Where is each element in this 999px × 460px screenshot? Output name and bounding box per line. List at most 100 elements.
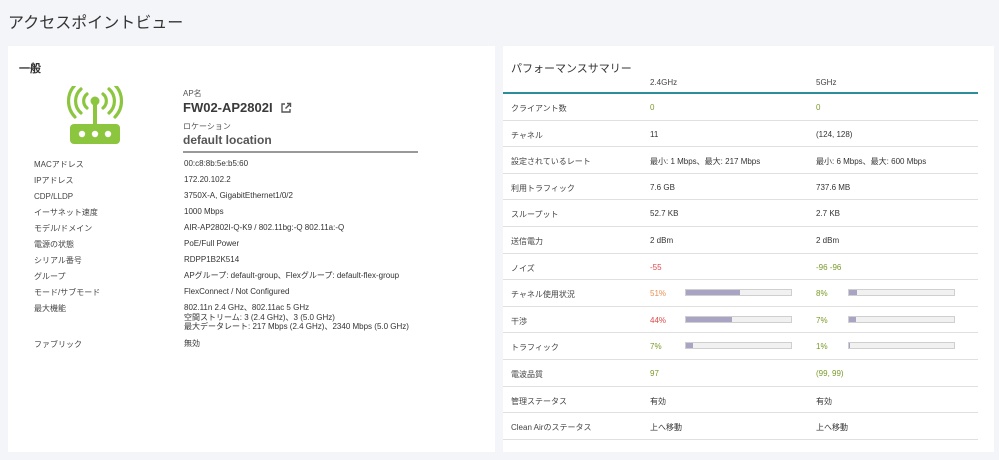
property-value: APグループ: default-group、Flexグループ: default-… xyxy=(184,271,400,280)
property-row: IPアドレス 172.20.102.2 xyxy=(34,175,484,186)
performance-row: 送信電力 2 dBm 2 dBm xyxy=(503,227,978,254)
performance-rows: クライアント数 0 0 チャネル 11 (124, 128) 設定されているレート 最小: 1… xyxy=(503,94,978,440)
property-value: RDPP1B2K514 xyxy=(184,255,240,264)
property-row: 最大機能 802.11n 2.4 GHz、802.11ac 5 GHz 空間ストリ… xyxy=(34,303,484,332)
usage-bar-24ghz xyxy=(685,342,792,350)
value-24ghz: 有効 xyxy=(650,396,666,406)
property-row: シリアル番号 RDPP1B2K514 xyxy=(34,255,484,266)
value-5ghz: (124, 128) xyxy=(816,129,853,139)
property-value: FlexConnect / Not Configured xyxy=(184,287,290,296)
performance-row-label: 送信電力 xyxy=(511,236,543,246)
ap-info-block: AP名 FW02-AP2802I ロケーション default location xyxy=(183,88,418,153)
usage-bar-fill xyxy=(849,343,851,349)
performance-row-label: 電波品質 xyxy=(511,369,543,379)
property-row: ファブリック 無効 xyxy=(34,339,484,350)
location-label: ロケーション xyxy=(183,122,231,131)
value-24ghz: 7% xyxy=(650,342,662,352)
performance-panel: パフォーマンスサマリー 2.4GHz 5GHz クライアント数 0 0 チャネル 11 (… xyxy=(503,46,994,452)
value-24ghz: 44% xyxy=(650,315,667,325)
property-value: PoE/Full Power xyxy=(184,239,240,248)
property-key: IPアドレス xyxy=(34,176,74,185)
performance-title: パフォーマンスサマリー xyxy=(511,63,632,75)
property-key: モード/サブモード xyxy=(34,288,101,297)
performance-row-label: スループット xyxy=(511,210,559,220)
property-key: シリアル番号 xyxy=(34,256,82,265)
performance-row: 電波品質 97 (99, 99) xyxy=(503,360,978,387)
performance-row-label: チャネル xyxy=(511,130,543,140)
value-24ghz: -55 xyxy=(650,262,662,272)
usage-bar-fill xyxy=(849,290,858,296)
performance-row: チャネル使用状況 51% 8% xyxy=(503,280,978,307)
usage-bar-24ghz xyxy=(685,315,792,323)
property-key: モデル/ドメイン xyxy=(34,224,93,233)
property-key: イーサネット速度 xyxy=(34,208,98,217)
usage-bar-5ghz xyxy=(848,342,955,350)
value-5ghz: 1% xyxy=(816,342,828,352)
performance-row: Clean Airのステータス 上へ移動 上へ移動 xyxy=(503,413,978,440)
performance-row-label: 設定されているレート xyxy=(511,157,591,167)
usage-bar-5ghz xyxy=(848,289,955,297)
property-row: CDP/LLDP 3750X-A, GigabitEthernet1/0/2 xyxy=(34,191,484,202)
usage-bar-24ghz xyxy=(685,289,792,297)
property-row: イーサネット速度 1000 Mbps xyxy=(34,207,484,218)
ap-name-label: AP名 xyxy=(183,89,202,98)
value-5ghz: 7% xyxy=(816,315,828,325)
value-5ghz: 8% xyxy=(816,289,828,299)
column-header-5ghz: 5GHz xyxy=(816,78,837,87)
performance-row-label: Clean Airのステータス xyxy=(511,423,592,433)
value-5ghz: 737.6 MB xyxy=(816,182,851,192)
value-5ghz: 最小: 6 Mbps、最大: 600 Mbps xyxy=(816,157,927,167)
property-row: モデル/ドメイン AIR-AP2802I-Q-K9 / 802.11bg:-Q 8… xyxy=(34,223,484,234)
value-5ghz: 上へ移動 xyxy=(816,423,848,433)
performance-header: 2.4GHz 5GHz xyxy=(503,76,978,94)
property-key: ファブリック xyxy=(34,340,82,349)
property-key: グループ xyxy=(34,272,66,281)
performance-row-label: トラフィック xyxy=(511,343,559,353)
property-value: 3750X-A, GigabitEthernet1/0/2 xyxy=(184,191,293,200)
property-value: 1000 Mbps xyxy=(184,207,224,216)
performance-row: トラフィック 7% 1% xyxy=(503,333,978,360)
property-row: MACアドレス 00:c8:8b:5e:b5:60 xyxy=(34,159,484,170)
value-24ghz: 11 xyxy=(650,129,659,139)
value-5ghz: (99, 99) xyxy=(816,368,844,378)
property-key: CDP/LLDP xyxy=(34,192,74,201)
performance-row-label: ノイズ xyxy=(511,263,535,273)
performance-row: ノイズ -55 -96 -96 xyxy=(503,254,978,281)
value-24ghz: 97 xyxy=(650,368,659,378)
property-row: グループ APグループ: default-group、Flexグループ: defa… xyxy=(34,271,484,282)
property-value: 00:c8:8b:5e:b5:60 xyxy=(184,159,249,168)
property-row: モード/サブモード FlexConnect / Not Configured xyxy=(34,287,484,298)
value-24ghz: 51% xyxy=(650,289,667,299)
value-24ghz: 上へ移動 xyxy=(650,423,682,433)
page-title: アクセスポイントビュー xyxy=(8,15,184,32)
general-section-title: 一般 xyxy=(19,63,41,75)
performance-row: 利用トラフィック 7.6 GB 737.6 MB xyxy=(503,174,978,201)
property-row: 電源の状態 PoE/Full Power xyxy=(34,239,484,250)
value-5ghz: 0 xyxy=(816,103,821,112)
external-link-icon[interactable] xyxy=(280,102,292,114)
property-value: 172.20.102.2 xyxy=(184,175,231,184)
usage-bar-fill xyxy=(849,316,857,322)
location-value: default location xyxy=(183,133,418,153)
value-24ghz: 7.6 GB xyxy=(650,182,675,192)
property-key: MACアドレス xyxy=(34,160,84,169)
property-value: 無効 xyxy=(184,339,200,348)
value-24ghz: 2 dBm xyxy=(650,235,674,245)
value-24ghz: 最小: 1 Mbps、最大: 217 Mbps xyxy=(650,157,761,167)
performance-row: チャネル 11 (124, 128) xyxy=(503,121,978,148)
usage-bar-5ghz xyxy=(848,315,955,323)
performance-row: スループット 52.7 KB 2.7 KB xyxy=(503,200,978,227)
access-point-icon xyxy=(67,86,123,144)
performance-row: 干渉 44% 7% xyxy=(503,307,978,334)
performance-row-label: チャネル使用状況 xyxy=(511,290,575,300)
ap-name: FW02-AP2802I xyxy=(183,100,273,115)
value-24ghz: 0 xyxy=(650,103,655,112)
property-key: 電源の状態 xyxy=(34,240,74,249)
performance-row: クライアント数 0 0 xyxy=(503,94,978,121)
property-key: 最大機能 xyxy=(34,304,66,313)
value-5ghz: 2 dBm xyxy=(816,235,840,245)
usage-bar-fill xyxy=(686,316,733,322)
usage-bar-fill xyxy=(686,343,694,349)
general-panel: 一般 AP名 FW02-AP2802I ロケーション default locat… xyxy=(8,46,495,452)
performance-row: 設定されているレート 最小: 1 Mbps、最大: 217 Mbps 最小: 6 M… xyxy=(503,147,978,174)
